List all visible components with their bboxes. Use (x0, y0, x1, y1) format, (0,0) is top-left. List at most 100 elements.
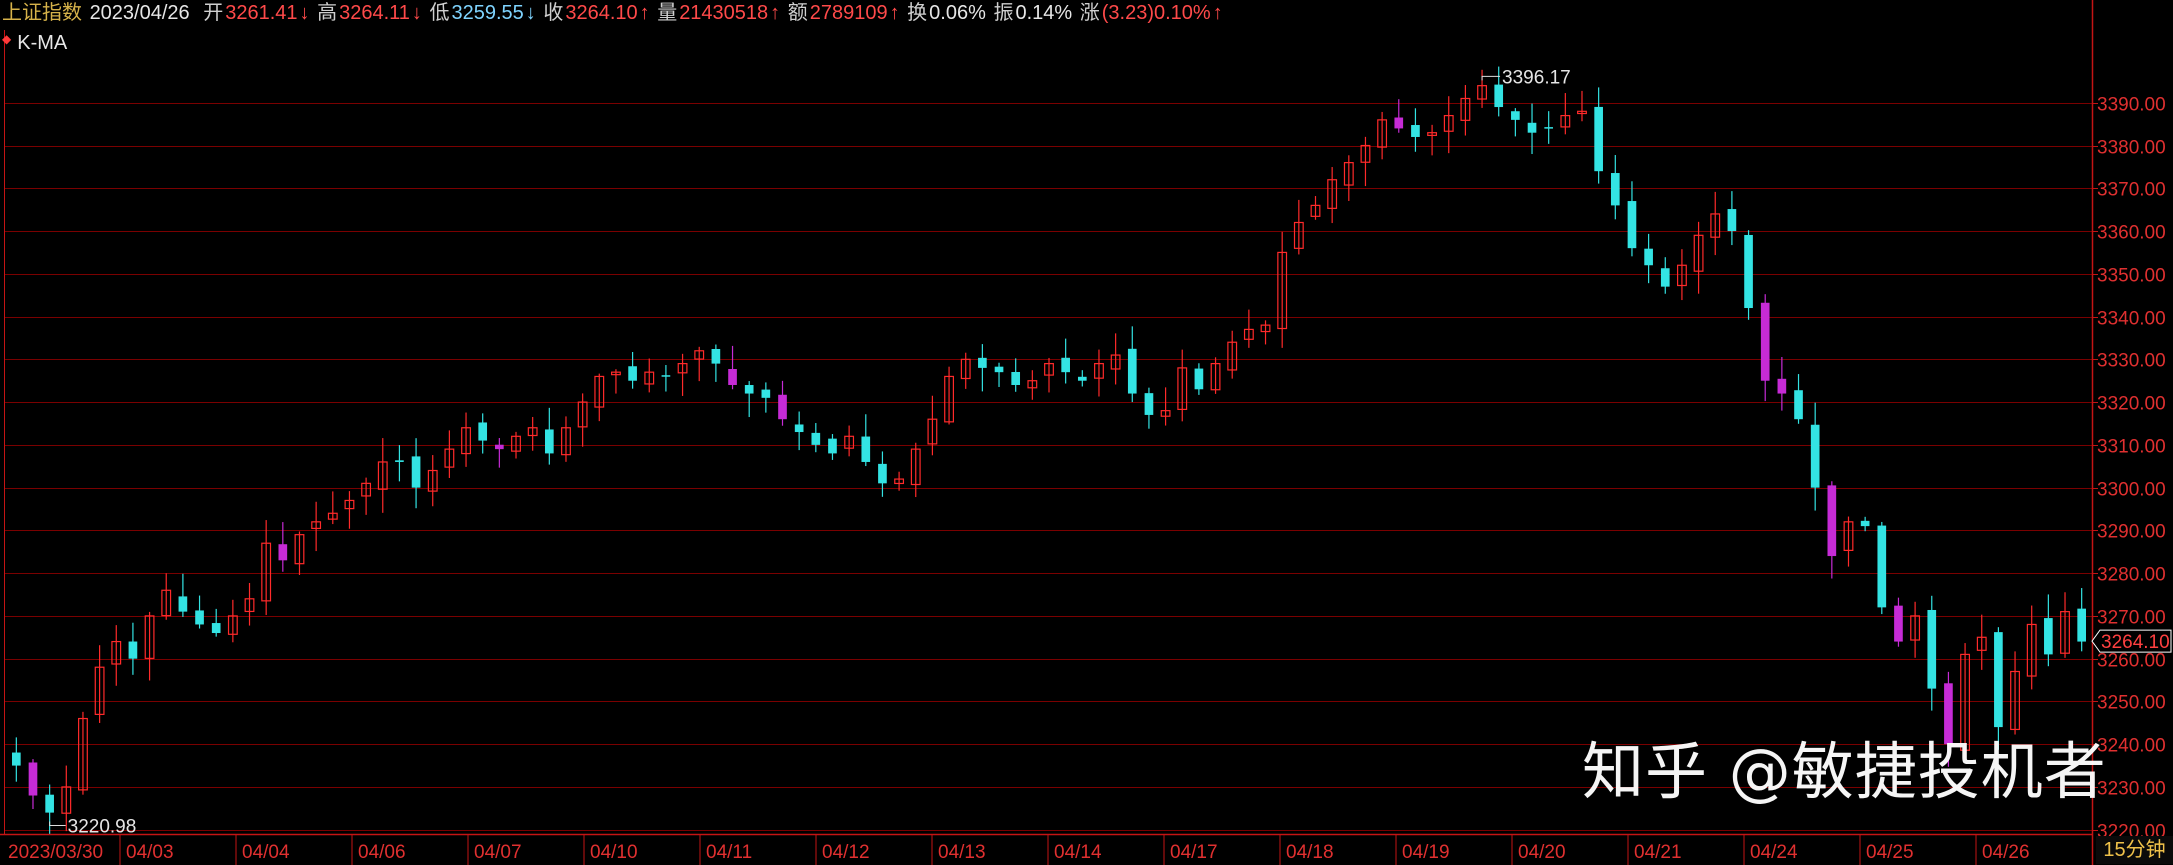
volume-label: 量 (657, 2, 678, 24)
x-tick-label: 04/17 (1170, 842, 1218, 863)
candle-body (1777, 378, 1787, 394)
candle-body (1610, 173, 1620, 206)
high-arrow: ↓ (411, 2, 422, 24)
candle-body (45, 794, 54, 813)
volume-value: 21430518 (679, 2, 769, 24)
candle-body (1144, 393, 1154, 415)
x-tick-label: 04/03 (126, 842, 174, 863)
x-tick-label: 04/25 (1866, 842, 1914, 863)
x-tick-label: 04/13 (938, 842, 986, 863)
y-tick-label: 3390.00 (2097, 95, 2166, 116)
x-tick-label: 04/21 (1634, 842, 1682, 863)
max-leader (1481, 75, 1501, 81)
y-tick-label: 3380.00 (2097, 138, 2166, 159)
candle-body (11, 752, 21, 766)
candle-body (1544, 127, 1554, 129)
price-gridlines (4, 103, 2092, 831)
candle-body (1627, 201, 1637, 249)
candle-body (1660, 268, 1670, 287)
candlesticks (11, 66, 2087, 835)
candle-body (1827, 485, 1837, 557)
series-label[interactable]: K-MA (17, 32, 67, 54)
last-price-label: 3264.10 (2101, 632, 2170, 653)
candle-body (495, 444, 504, 450)
index-name[interactable]: 上证指数 (2, 2, 82, 24)
x-tick-label: 04/07 (474, 842, 522, 863)
candle-body (1877, 525, 1887, 608)
candle-body (728, 369, 737, 385)
candle-body (128, 641, 138, 659)
low-value: 3259.55 (451, 2, 524, 24)
y-tick-label: 3260.00 (2097, 651, 2166, 672)
candle-body (861, 436, 871, 462)
open-arrow: ↓ (299, 2, 310, 24)
x-tick-label: 04/14 (1054, 842, 1102, 863)
period-selector[interactable]: 15分钟 (2096, 836, 2173, 864)
amount-label: 额 (787, 2, 808, 24)
x-tick-label: 04/19 (1402, 842, 1450, 863)
candle-body (878, 463, 887, 484)
candle-body (1411, 125, 1420, 137)
candle-body (994, 366, 1004, 373)
quote-date: 2023/04/26 (89, 2, 190, 24)
x-tick-label: 04/12 (822, 842, 870, 863)
candle-body (28, 762, 38, 796)
extreme-annotations: 3396.17 3220.98 3264.10 (49, 67, 2172, 838)
quote-header: 上证指数 2023/04/26 开 3261.41 ↓ 高 3264.11 ↓ 低 325… (2, 0, 1225, 26)
y-tick-label: 3240.00 (2097, 736, 2166, 757)
candle-body (1061, 357, 1070, 373)
candle-body (1594, 106, 1603, 172)
candle-body (395, 460, 404, 462)
candle-body (1927, 609, 1937, 689)
candle-body (661, 375, 671, 377)
candle-body (828, 438, 837, 454)
y-tick-label: 3230.00 (2097, 779, 2166, 800)
low-label: 低 (429, 2, 450, 24)
candle-body (1810, 424, 1820, 488)
y-tick-label: 3350.00 (2097, 266, 2166, 287)
candle-body (1127, 348, 1137, 394)
y-tick-label: 3320.00 (2097, 394, 2166, 415)
y-tick-label: 3370.00 (2097, 180, 2166, 201)
y-tick-label: 3300.00 (2097, 480, 2166, 501)
candle-body (1194, 368, 1204, 390)
date-axis: 2023/03/30 04/03 04/04 04/06 04/07 04/10 04/11… (0, 833, 2092, 865)
candle-body (711, 348, 721, 364)
x-tick-label: 04/06 (358, 842, 406, 863)
candle-body (1760, 302, 1770, 381)
candle-body (1860, 520, 1870, 527)
high-value: 3264.11 (339, 2, 410, 24)
y-tick-label: 3270.00 (2097, 608, 2166, 629)
change-arrow: ↑ (1212, 2, 1223, 24)
high-label: 高 (317, 2, 338, 24)
volume-arrow: ↑ (770, 2, 781, 24)
candle-body (778, 394, 787, 420)
x-tick-label: 04/04 (242, 842, 290, 863)
series-marker-icon: ◆ (2, 32, 12, 46)
x-tick-label: 04/11 (706, 842, 752, 863)
open-value: 3261.41 (225, 2, 298, 24)
min-label: 3220.98 (68, 817, 137, 838)
y-tick-label: 3360.00 (2097, 223, 2166, 244)
candle-body (1894, 605, 1903, 642)
change-value: (3.23)0.10% (1101, 2, 1211, 24)
y-tick-label: 3290.00 (2097, 522, 2166, 543)
candle-body (1527, 122, 1537, 133)
candle-body (278, 544, 288, 561)
y-tick-label: 3340.00 (2097, 309, 2166, 330)
candle-body (794, 424, 804, 433)
y-tick-label: 3310.00 (2097, 437, 2166, 458)
amount-value: 2789109 (809, 2, 888, 24)
x-tick-label: 04/10 (590, 842, 638, 863)
open-label: 开 (203, 2, 224, 24)
candle-body (178, 596, 188, 612)
candle-body (1794, 390, 1803, 420)
amount-arrow: ↑ (889, 2, 900, 24)
candle-body (1077, 376, 1087, 381)
turnover-value: 0.06% (929, 2, 986, 24)
y-tick-label: 3250.00 (2097, 693, 2166, 714)
close-value: 3264.10 (565, 2, 638, 24)
candle-body (1744, 234, 1753, 309)
candle-body (2044, 618, 2053, 655)
candle-body (195, 610, 204, 625)
